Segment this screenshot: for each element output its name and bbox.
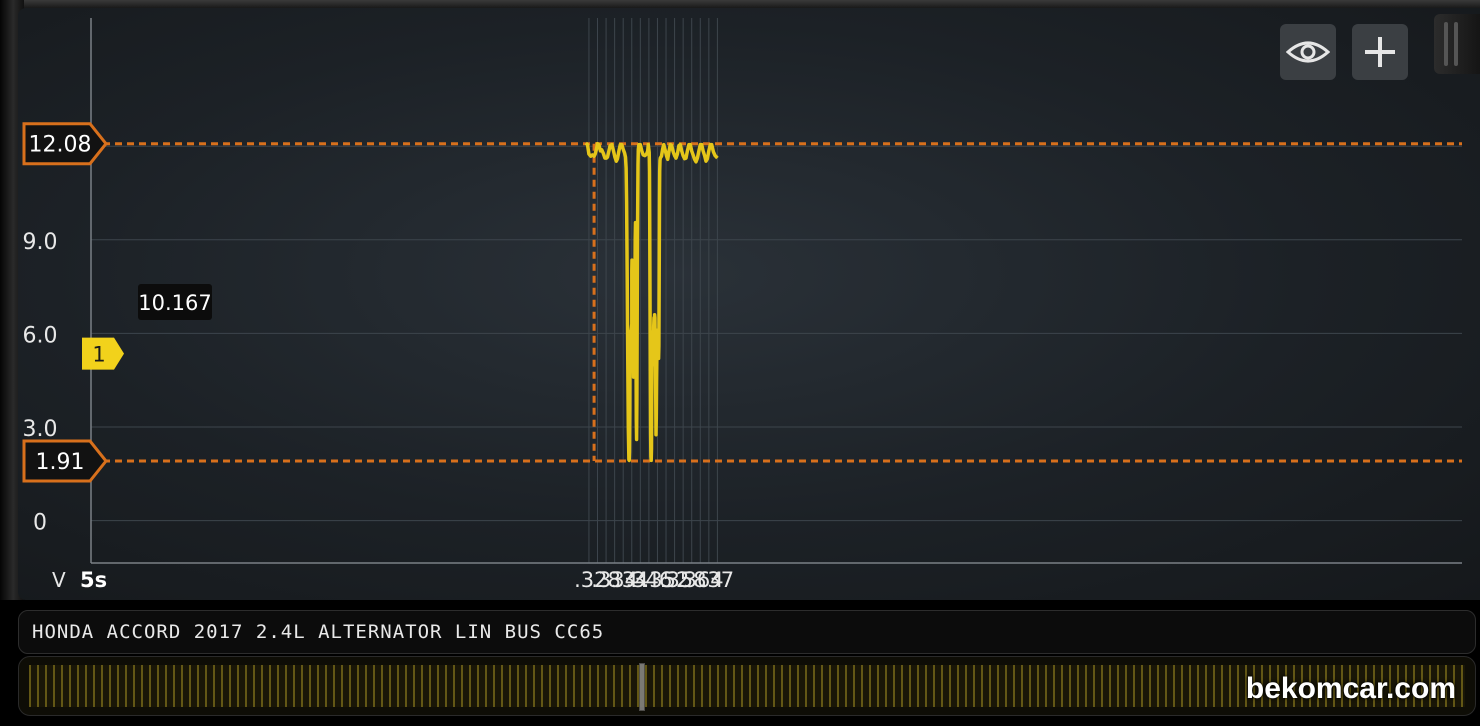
oscilloscope-app: 0 3.0 6.0 9.0.328.334.34.346.352.358.364.37… xyxy=(0,0,1480,726)
handle-grip xyxy=(1444,22,1448,66)
add-button[interactable] xyxy=(1352,24,1408,80)
timeline-position-handle[interactable] xyxy=(639,663,645,711)
upper-cursor-tag[interactable]: 12.08 xyxy=(22,122,108,166)
lower-cursor-tag[interactable]: 1.91 xyxy=(22,439,108,483)
upper-cursor-tag-label: 12.08 xyxy=(29,133,92,158)
vehicle-title: HONDA ACCORD 2017 2.4L ALTERNATOR LIN BU… xyxy=(32,621,605,643)
vehicle-title-bar: HONDA ACCORD 2017 2.4L ALTERNATOR LIN BU… xyxy=(18,610,1476,654)
side-panel-handle[interactable] xyxy=(1434,14,1480,74)
y-tick-label: 0 xyxy=(33,511,47,536)
channel-1-marker[interactable]: 1 xyxy=(82,337,124,370)
visibility-button[interactable] xyxy=(1280,24,1336,80)
waveform-chart[interactable]: 03.06.09.0.328.334.34.346.352.358.364.37… xyxy=(0,0,1480,600)
plus-icon xyxy=(1365,37,1395,67)
delta-value-label: 10.167 xyxy=(138,291,211,315)
y-tick-label: 6.0 xyxy=(23,323,58,348)
watermark: bekomcar.com xyxy=(1245,672,1456,705)
x-tick-label: .37 xyxy=(701,568,734,592)
channel-marker-label: 1 xyxy=(92,343,105,367)
y-tick-label: 3.0 xyxy=(23,417,58,442)
waveform-trace xyxy=(584,141,719,463)
handle-grip xyxy=(1454,22,1458,66)
time-base-label: 5s xyxy=(80,568,107,592)
eye-icon xyxy=(1286,41,1330,63)
lower-cursor-tag-label: 1.91 xyxy=(36,450,85,475)
y-tick-label: 9.0 xyxy=(23,230,58,255)
y-axis-unit-label: V xyxy=(52,568,66,592)
